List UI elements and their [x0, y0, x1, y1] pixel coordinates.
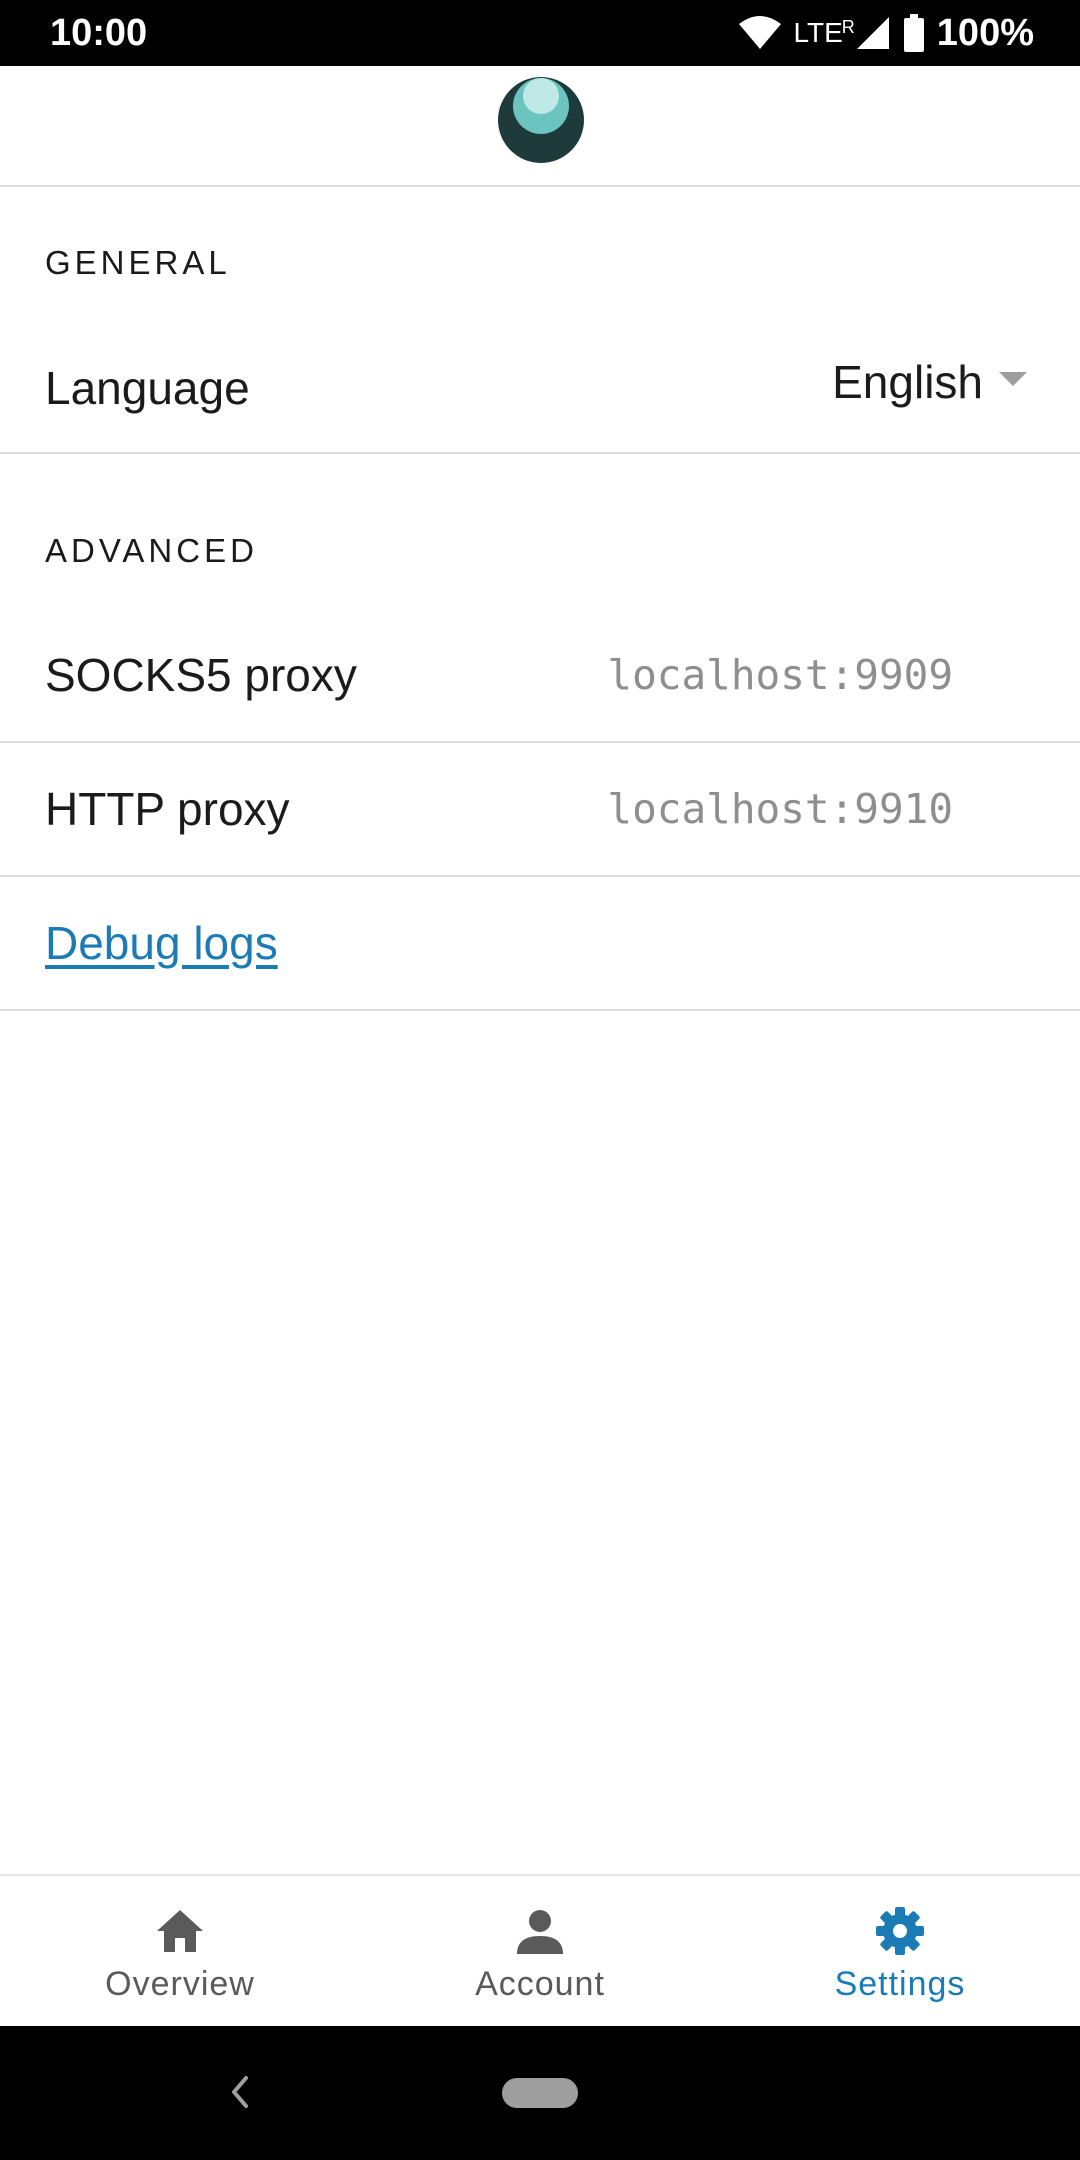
gear-icon: [876, 1907, 924, 1955]
status-bar: 10:00 LTE R 100%: [0, 0, 1080, 66]
app-logo-icon: [498, 77, 584, 163]
home-icon: [157, 1910, 203, 1952]
person-icon: [517, 1910, 563, 1954]
section-heading-advanced: ADVANCED: [45, 532, 258, 569]
cell-signal-icon: [855, 15, 891, 51]
section-heading-general: GENERAL: [45, 244, 231, 281]
socks5-proxy-row[interactable]: SOCKS5 proxy localhost:9909: [0, 607, 1080, 743]
language-label: Language: [45, 362, 250, 414]
back-icon[interactable]: [222, 2072, 256, 2112]
debug-logs-row: Debug logs: [0, 877, 1080, 1011]
http-proxy-row[interactable]: HTTP proxy localhost:9910: [0, 743, 1080, 877]
http-proxy-label: HTTP proxy: [45, 783, 290, 835]
network-type: LTE R: [793, 10, 855, 56]
battery-icon: [903, 14, 925, 52]
nav-item-overview[interactable]: Overview: [0, 1876, 360, 2028]
bottom-navigation: Overview Account Settings: [0, 1874, 1080, 2028]
system-navigation-bar: [0, 2026, 1080, 2160]
roaming-indicator: R: [841, 17, 855, 37]
nav-label-settings: Settings: [834, 1965, 966, 2003]
wifi-icon: [738, 15, 782, 51]
debug-logs-link[interactable]: Debug logs: [45, 915, 278, 971]
nav-label-overview: Overview: [105, 1965, 255, 2003]
socks5-proxy-value[interactable]: localhost:9909: [607, 647, 953, 703]
language-value: English: [832, 356, 983, 408]
language-select[interactable]: English: [832, 352, 1027, 412]
nav-item-settings[interactable]: Settings: [720, 1876, 1080, 2028]
app-header: [0, 66, 1080, 187]
home-pill-button[interactable]: [502, 2078, 578, 2108]
status-indicators: LTE R 100%: [738, 10, 1034, 56]
http-proxy-value[interactable]: localhost:9910: [607, 781, 953, 837]
battery-percentage: 100%: [936, 12, 1034, 54]
nav-item-account[interactable]: Account: [360, 1876, 720, 2028]
status-time: 10:00: [50, 12, 148, 54]
socks5-proxy-label: SOCKS5 proxy: [45, 649, 357, 701]
dropdown-arrow-icon: [999, 371, 1027, 393]
network-label: LTE: [793, 17, 843, 48]
nav-label-account: Account: [475, 1965, 605, 2003]
